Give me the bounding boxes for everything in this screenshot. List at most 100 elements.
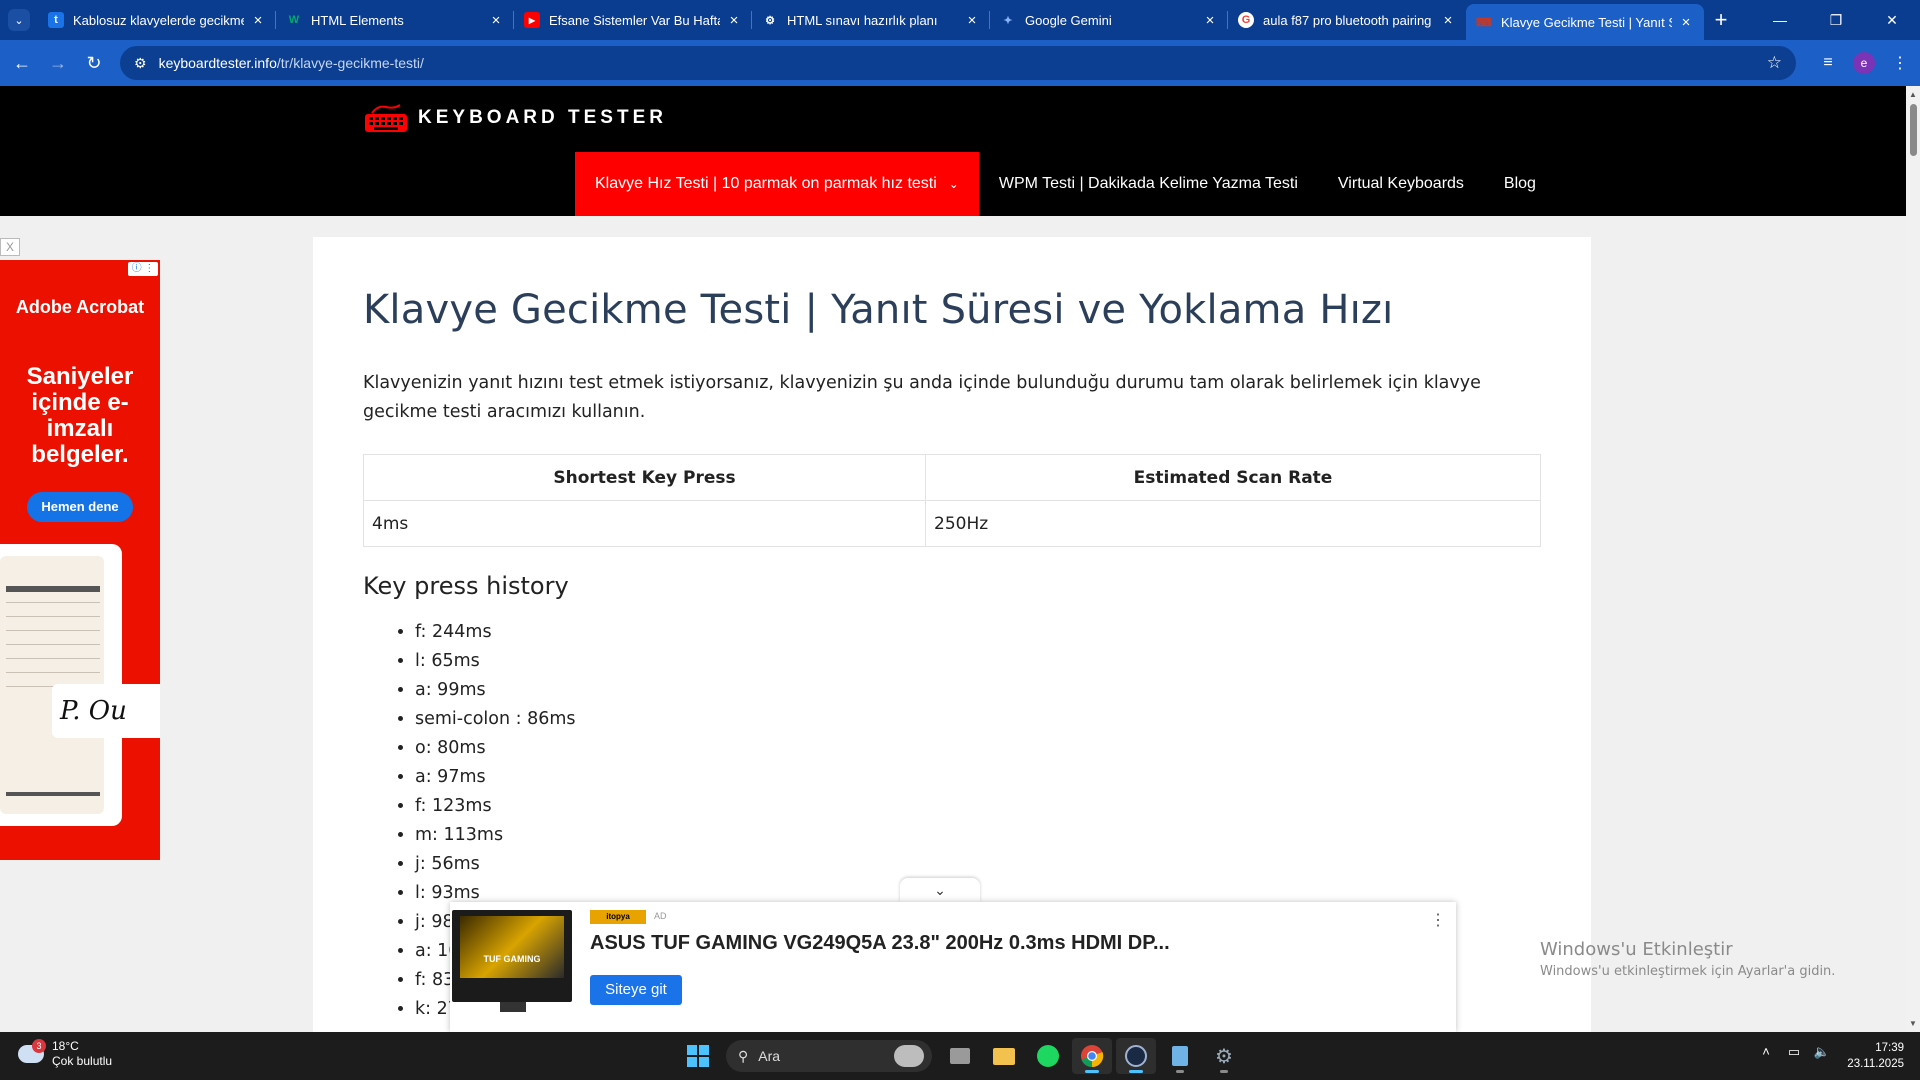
gemini-favicon-icon: ✦: [1003, 14, 1013, 27]
minimize-icon[interactable]: —: [1752, 12, 1808, 29]
close-window-icon[interactable]: ✕: [1864, 12, 1920, 29]
page-scrollbar[interactable]: ▲ ▼: [1906, 86, 1920, 1032]
search-icon: ⚲: [738, 1047, 749, 1064]
close-tab-icon[interactable]: ×: [964, 12, 980, 29]
weather-temp: 18°C: [52, 1039, 79, 1053]
taskbar-notepad[interactable]: [1160, 1038, 1200, 1074]
weather-widget[interactable]: 3 18°C Çok bulutlu: [18, 1039, 112, 1069]
page-viewport: KEYBOARD TESTER Klavye Hız Testi | 10 pa…: [0, 86, 1920, 1032]
taskbar-task-view[interactable]: [940, 1038, 980, 1074]
tab-4[interactable]: ✦ Google Gemini ×: [990, 0, 1228, 40]
doc-row: [6, 630, 100, 631]
system-clock[interactable]: 17:39 23.11.2025: [1840, 1040, 1904, 1072]
windows-logo-icon: [687, 1045, 709, 1067]
taskbar-file-explorer[interactable]: [984, 1038, 1024, 1074]
adchoices-icon[interactable]: ⓘ ⋮: [128, 262, 158, 276]
bookmark-star-icon[interactable]: ☆: [1767, 53, 1782, 73]
nav-item-blog[interactable]: Blog: [1484, 152, 1556, 216]
ad-product-title[interactable]: ASUS TUF GAMING VG249Q5A 23.8" 200Hz 0.3…: [590, 932, 1170, 955]
notification-badge: 3: [32, 1039, 46, 1053]
folder-icon: [993, 1047, 1015, 1065]
intro-paragraph: Klavyenizin yanıt hızını test etmek isti…: [363, 373, 1481, 422]
close-tab-icon[interactable]: ×: [1440, 12, 1456, 29]
collapse-ad-button[interactable]: ⌄: [900, 878, 980, 902]
back-arrow-icon[interactable]: ←: [4, 53, 40, 74]
volume-icon[interactable]: 🔈: [1808, 1044, 1836, 1060]
results-table: Shortest Key Press Estimated Scan Rate 4…: [363, 454, 1541, 547]
header-shortest-key-press: Shortest Key Press: [363, 454, 926, 501]
site-info-icon[interactable]: ⚙: [134, 55, 147, 72]
chevron-up-icon[interactable]: ˄: [1752, 1044, 1780, 1060]
side-ad-banner[interactable]: ⓘ ⋮ Adobe Acrobat Saniyeler içinde e-imz…: [0, 260, 160, 860]
monitor-screen-text: TUF GAMING: [483, 954, 541, 964]
network-icon[interactable]: ▭: [1780, 1044, 1808, 1060]
tab-title: HTML sınavı hazırlık planı: [787, 12, 938, 28]
forward-arrow-icon[interactable]: →: [40, 53, 76, 74]
cloud-icon: 3: [18, 1039, 46, 1063]
restore-icon[interactable]: ❐: [1808, 12, 1864, 29]
doc-row: [6, 602, 100, 603]
clock-date: 23.11.2025: [1847, 1058, 1904, 1070]
media-controls-icon[interactable]: ≡: [1810, 54, 1846, 72]
nav-label: Blog: [1503, 175, 1536, 192]
scrollbar-thumb[interactable]: [1910, 104, 1917, 156]
side-ad-close-button[interactable]: X: [0, 238, 20, 256]
nav-item-virtual-keyboards[interactable]: Virtual Keyboards: [1318, 152, 1484, 216]
doc-row: [6, 586, 100, 592]
more-menu-icon[interactable]: ⋮: [1882, 53, 1918, 73]
tab-0[interactable]: t Kablosuz klavyelerde gecikme o ×: [38, 0, 276, 40]
nav-item-wpm-testi[interactable]: WPM Testi | Dakikada Kelime Yazma Testi: [979, 152, 1318, 216]
tab-title: Efsane Sistemler Var Bu Hafta -: [549, 12, 720, 28]
estimated-scan-rate-value: 250Hz: [925, 500, 1541, 547]
tab-6-active[interactable]: ⌨ Klavye Gecikme Testi | Yanıt Sür ×: [1466, 4, 1704, 40]
running-indicator: [1176, 1070, 1184, 1073]
close-tab-icon[interactable]: ×: [250, 12, 266, 29]
tab-title: Klavye Gecikme Testi | Yanıt Sür: [1501, 14, 1672, 30]
close-tab-icon[interactable]: ×: [1678, 14, 1694, 31]
window-controls: — ❐ ✕: [1752, 12, 1920, 29]
list-item: a: 99ms: [415, 676, 576, 705]
spotify-icon: [1037, 1045, 1059, 1067]
start-button[interactable]: [678, 1038, 718, 1074]
windows-taskbar: 3 18°C Çok bulutlu ⚲ Ara ⚙ ˄ ▭ 🔈 17:39 2…: [0, 1032, 1920, 1080]
keyboard-favicon-icon: ⌨: [1476, 16, 1492, 29]
tumblr-favicon-icon: t: [48, 12, 64, 28]
table-row: 4ms 250Hz: [363, 500, 1541, 547]
tab-5[interactable]: G aula f87 pro bluetooth pairing ×: [1228, 0, 1466, 40]
taskbar-spotify[interactable]: [1028, 1038, 1068, 1074]
scroll-down-icon[interactable]: ▼: [1909, 1019, 1917, 1028]
profile-avatar[interactable]: e: [1853, 52, 1875, 74]
taskbar-steam[interactable]: [1116, 1038, 1156, 1074]
page-title: Klavye Gecikme Testi | Yanıt Süresi ve Y…: [363, 287, 1394, 333]
taskbar-chrome[interactable]: [1072, 1038, 1112, 1074]
taskbar-settings[interactable]: ⚙: [1204, 1038, 1244, 1074]
tab-1[interactable]: W HTML Elements ×: [276, 0, 514, 40]
site-logo[interactable]: KEYBOARD TESTER: [364, 103, 667, 133]
weather-desc: Çok bulutlu: [52, 1054, 113, 1068]
ad-cta-button[interactable]: Hemen dene: [27, 492, 133, 522]
ad-menu-icon[interactable]: ⋮: [1430, 910, 1446, 930]
url-host: keyboardtester.info: [158, 55, 277, 71]
tab-2[interactable]: ▶ Efsane Sistemler Var Bu Hafta - ×: [514, 0, 752, 40]
tab-3[interactable]: ⚙ HTML sınavı hazırlık planı ×: [752, 0, 990, 40]
tab-search-button[interactable]: ⌄: [8, 9, 30, 31]
chevron-down-icon: ⌄: [14, 14, 24, 27]
close-tab-icon[interactable]: ×: [726, 12, 742, 29]
list-item: semi-colon : 86ms: [415, 705, 576, 734]
tab-title: Kablosuz klavyelerde gecikme o: [73, 12, 244, 28]
close-tab-icon[interactable]: ×: [1202, 12, 1218, 29]
watermark-line-2: Windows'u etkinleştirmek için Ayarlar'a …: [1540, 964, 1836, 979]
list-item: l: 65ms: [415, 647, 576, 676]
doc-row: [6, 658, 100, 659]
store-logo: itopya: [590, 910, 646, 924]
chevron-down-icon: ⌄: [934, 882, 946, 898]
bottom-anchor-ad[interactable]: TUF GAMING itopya AD ASUS TUF GAMING VG2…: [450, 902, 1456, 1032]
close-tab-icon[interactable]: ×: [488, 12, 504, 29]
reload-icon[interactable]: ↻: [76, 53, 112, 74]
visit-site-button[interactable]: Siteye git: [590, 975, 682, 1005]
taskbar-search[interactable]: ⚲ Ara: [726, 1040, 932, 1072]
nav-item-klavye-hiz-testi[interactable]: Klavye Hız Testi | 10 parmak on parmak h…: [575, 152, 979, 216]
scroll-up-icon[interactable]: ▲: [1909, 90, 1917, 99]
new-tab-button[interactable]: +: [1704, 7, 1738, 33]
address-bar[interactable]: ⚙ keyboardtester.info/tr/klavye-gecikme-…: [120, 46, 1796, 80]
